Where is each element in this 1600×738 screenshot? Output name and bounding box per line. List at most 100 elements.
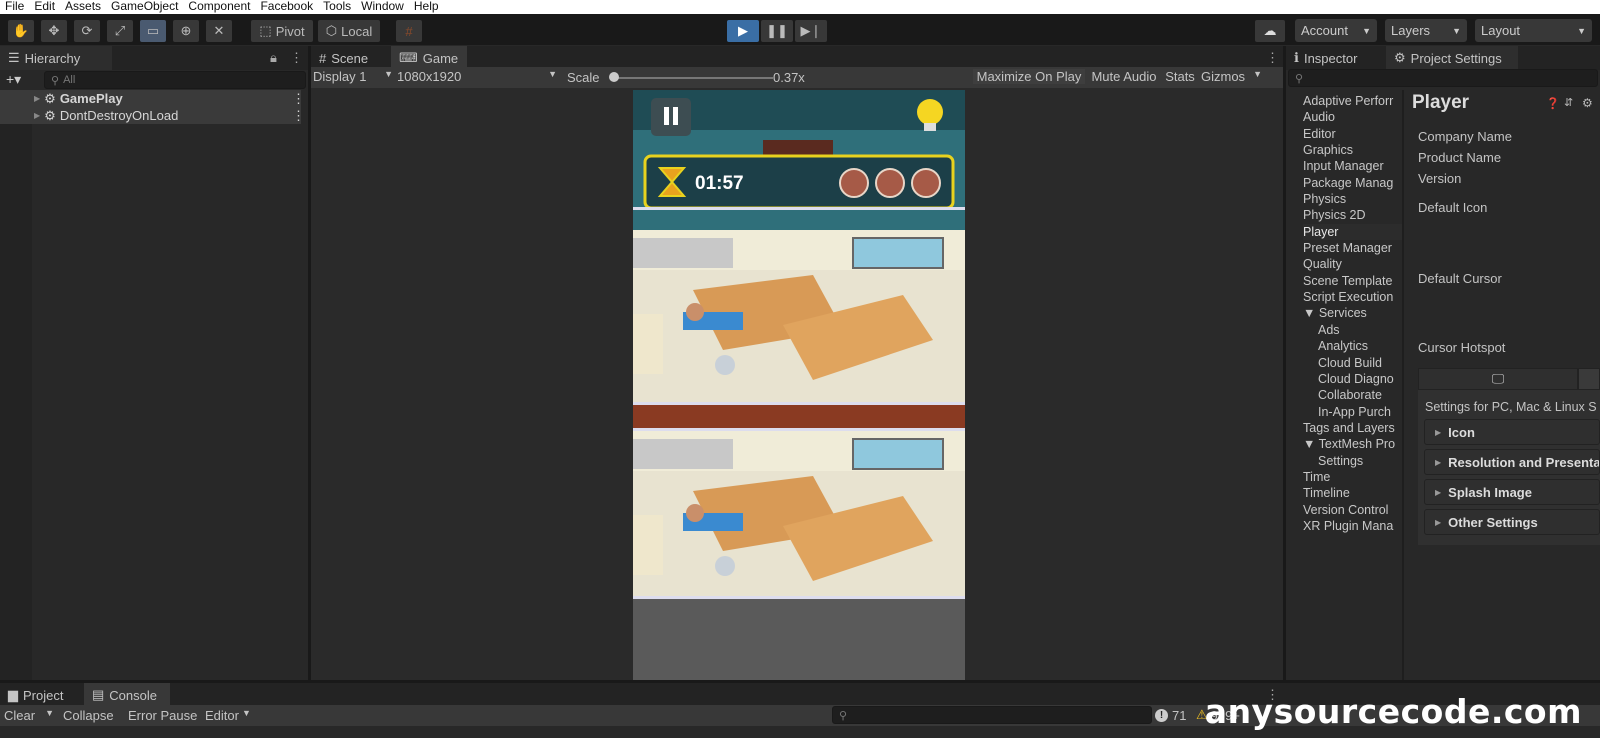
- hand-tool-icon[interactable]: ✋: [8, 20, 34, 42]
- rotate-tool-icon[interactable]: ⟳: [74, 20, 100, 42]
- settings-item[interactable]: Physics 2D: [1303, 207, 1402, 223]
- local-button[interactable]: ⬡ Local: [318, 20, 380, 42]
- error-pause-toggle[interactable]: Error Pause: [128, 708, 197, 723]
- scale-tool-icon[interactable]: ⤢: [107, 20, 133, 42]
- menu-item-assets[interactable]: Assets: [65, 0, 101, 14]
- splash-image-foldout[interactable]: ▶ Splash Image: [1424, 479, 1600, 505]
- menu-item-help[interactable]: Help: [414, 0, 439, 14]
- more-icon[interactable]: ⋮: [1266, 50, 1279, 66]
- clear-dropdown[interactable]: Clear ▼: [4, 708, 54, 723]
- settings-item[interactable]: Analytics: [1303, 338, 1402, 354]
- transform-tool-icon[interactable]: ⊕: [173, 20, 199, 42]
- mute-toggle[interactable]: Mute Audio: [1089, 69, 1159, 84]
- tab-inspector[interactable]: ℹ Inspector: [1286, 46, 1386, 70]
- settings-item[interactable]: Version Control: [1303, 502, 1402, 518]
- grid-snap-icon[interactable]: #: [396, 20, 422, 42]
- hierarchy-item-dontdestroy[interactable]: ▶ ⚙ DontDestroyOnLoad ⋮: [0, 107, 305, 124]
- stats-toggle[interactable]: Stats: [1163, 69, 1197, 84]
- resolution-dropdown[interactable]: 1080x1920 ▼: [397, 69, 557, 84]
- settings-search-input[interactable]: ⚲: [1288, 69, 1598, 87]
- settings-item[interactable]: Quality: [1303, 256, 1402, 272]
- settings-item[interactable]: Editor: [1303, 126, 1402, 142]
- tab-hierarchy[interactable]: ☰ Hierarchy: [0, 46, 112, 70]
- settings-item[interactable]: Adaptive Perforr: [1303, 93, 1402, 109]
- life-indicator: [839, 168, 869, 198]
- account-dropdown[interactable]: Account ▼: [1295, 19, 1377, 42]
- settings-item[interactable]: Audio: [1303, 109, 1402, 125]
- menu-item-file[interactable]: File: [5, 0, 24, 14]
- bottom-image[interactable]: [633, 431, 965, 599]
- settings-item[interactable]: Player: [1303, 223, 1402, 241]
- settings-item[interactable]: In-App Purch: [1303, 404, 1402, 420]
- menu-item-gameobject[interactable]: GameObject: [111, 0, 178, 14]
- icon-foldout[interactable]: ▶ Icon: [1424, 419, 1600, 445]
- tab-console[interactable]: ▤ Console: [84, 683, 170, 707]
- hierarchy-item-gameplay[interactable]: ▶ ⚙ GamePlay ⋮: [0, 90, 305, 107]
- settings-item[interactable]: Physics: [1303, 191, 1402, 207]
- settings-item[interactable]: Scene Template: [1303, 273, 1402, 289]
- cube-icon: ⬡: [325, 23, 338, 38]
- more-icon[interactable]: ⋮: [292, 91, 305, 107]
- custom-tool-icon[interactable]: ✕: [206, 20, 232, 42]
- platform-tab-standalone[interactable]: 🖵: [1418, 368, 1578, 390]
- settings-item[interactable]: Graphics: [1303, 142, 1402, 158]
- hint-bulb-icon[interactable]: [917, 99, 943, 125]
- hierarchy-search-input[interactable]: ⚲ All: [44, 71, 306, 89]
- maximize-toggle[interactable]: Maximize On Play: [973, 69, 1085, 84]
- settings-item[interactable]: Ads: [1303, 322, 1402, 338]
- settings-item[interactable]: Input Manager: [1303, 158, 1402, 174]
- menu-item-edit[interactable]: Edit: [34, 0, 55, 14]
- layers-dropdown[interactable]: Layers ▼: [1385, 19, 1467, 42]
- pause-game-button[interactable]: [651, 98, 691, 136]
- other-settings-foldout[interactable]: ▶ Other Settings: [1424, 509, 1600, 535]
- preset-icon[interactable]: ⇵: [1564, 96, 1573, 109]
- more-icon[interactable]: ⋮: [290, 50, 303, 66]
- lock-icon[interactable]: 🔒︎: [270, 50, 277, 66]
- more-icon[interactable]: ⋮: [292, 108, 305, 124]
- settings-item[interactable]: ▼ TextMesh Pro: [1303, 436, 1402, 452]
- settings-item[interactable]: Script Execution: [1303, 289, 1402, 305]
- editor-dropdown[interactable]: Editor ▼: [205, 708, 251, 723]
- unity-scene-icon: ⚙: [44, 90, 56, 106]
- gizmos-dropdown[interactable]: Gizmos ▼: [1201, 69, 1281, 84]
- help-icon[interactable]: ❓: [1546, 97, 1560, 110]
- settings-item[interactable]: Preset Manager: [1303, 240, 1402, 256]
- step-button[interactable]: ▶❘: [795, 20, 827, 42]
- resolution-foldout[interactable]: ▶ Resolution and Presentat: [1424, 449, 1600, 475]
- settings-item[interactable]: XR Plugin Mana: [1303, 518, 1402, 534]
- hierarchy-panel: ▶ ⚙ GamePlay ⋮ ▶ ⚙ DontDestroyOnLoad ⋮: [0, 90, 308, 680]
- collapse-toggle[interactable]: Collapse: [63, 708, 114, 723]
- layout-dropdown[interactable]: Layout ▼: [1475, 19, 1592, 42]
- settings-item[interactable]: Cloud Diagno: [1303, 371, 1402, 387]
- menu-item-tools[interactable]: Tools: [323, 0, 351, 14]
- settings-item[interactable]: Tags and Layers: [1303, 420, 1402, 436]
- pivot-button[interactable]: ⬚ Pivot: [251, 20, 313, 42]
- cloud-icon[interactable]: ☁: [1255, 20, 1285, 42]
- platform-tab-other[interactable]: [1578, 368, 1600, 390]
- settings-item[interactable]: Settings: [1303, 453, 1402, 469]
- display-dropdown[interactable]: Display 1 ▼: [313, 69, 393, 84]
- settings-item[interactable]: Package Manag: [1303, 175, 1402, 191]
- gear-icon[interactable]: ⚙: [1582, 96, 1593, 110]
- add-icon[interactable]: +▾: [6, 71, 21, 88]
- scale-slider-handle[interactable]: [609, 72, 619, 82]
- settings-item[interactable]: Time: [1303, 469, 1402, 485]
- menu-item-facebook[interactable]: Facebook: [260, 0, 313, 14]
- tab-project-settings[interactable]: ⚙ Project Settings: [1386, 46, 1518, 70]
- console-search-input[interactable]: ⚲: [832, 706, 1152, 724]
- rect-tool-icon[interactable]: ▭: [140, 20, 166, 42]
- settings-item[interactable]: Collaborate: [1303, 387, 1402, 403]
- settings-item[interactable]: ▼ Services: [1303, 305, 1402, 321]
- expand-icon: ▶: [1435, 457, 1442, 467]
- tab-project[interactable]: ▆ Project: [0, 683, 84, 707]
- top-image[interactable]: [633, 230, 965, 402]
- play-button[interactable]: ▶: [727, 20, 759, 42]
- pause-button[interactable]: ❚❚: [761, 20, 793, 42]
- move-tool-icon[interactable]: ✥: [41, 20, 67, 42]
- menu-item-component[interactable]: Component: [188, 0, 250, 14]
- settings-item[interactable]: Timeline: [1303, 485, 1402, 501]
- menu-item-window[interactable]: Window: [361, 0, 404, 14]
- info-count-toggle[interactable]: ! 71: [1155, 708, 1186, 723]
- scale-slider-track[interactable]: [611, 77, 773, 79]
- settings-item[interactable]: Cloud Build: [1303, 355, 1402, 371]
